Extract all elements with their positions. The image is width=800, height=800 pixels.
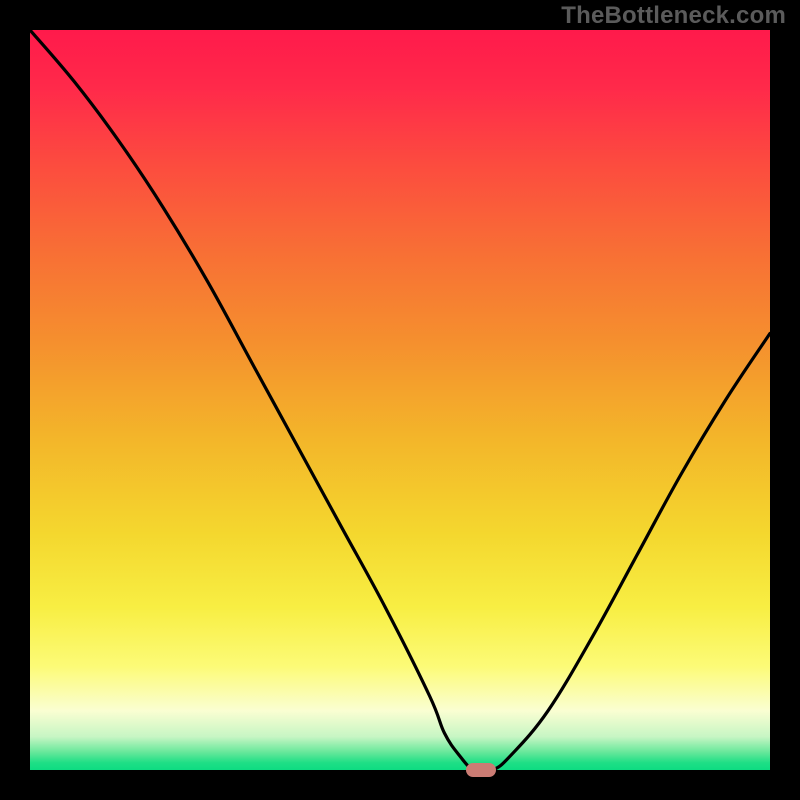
plot-svg [30, 30, 770, 770]
plot-area [30, 30, 770, 770]
chart-frame: TheBottleneck.com [0, 0, 800, 800]
watermark-text: TheBottleneck.com [561, 2, 786, 30]
gradient-rect [30, 30, 770, 770]
